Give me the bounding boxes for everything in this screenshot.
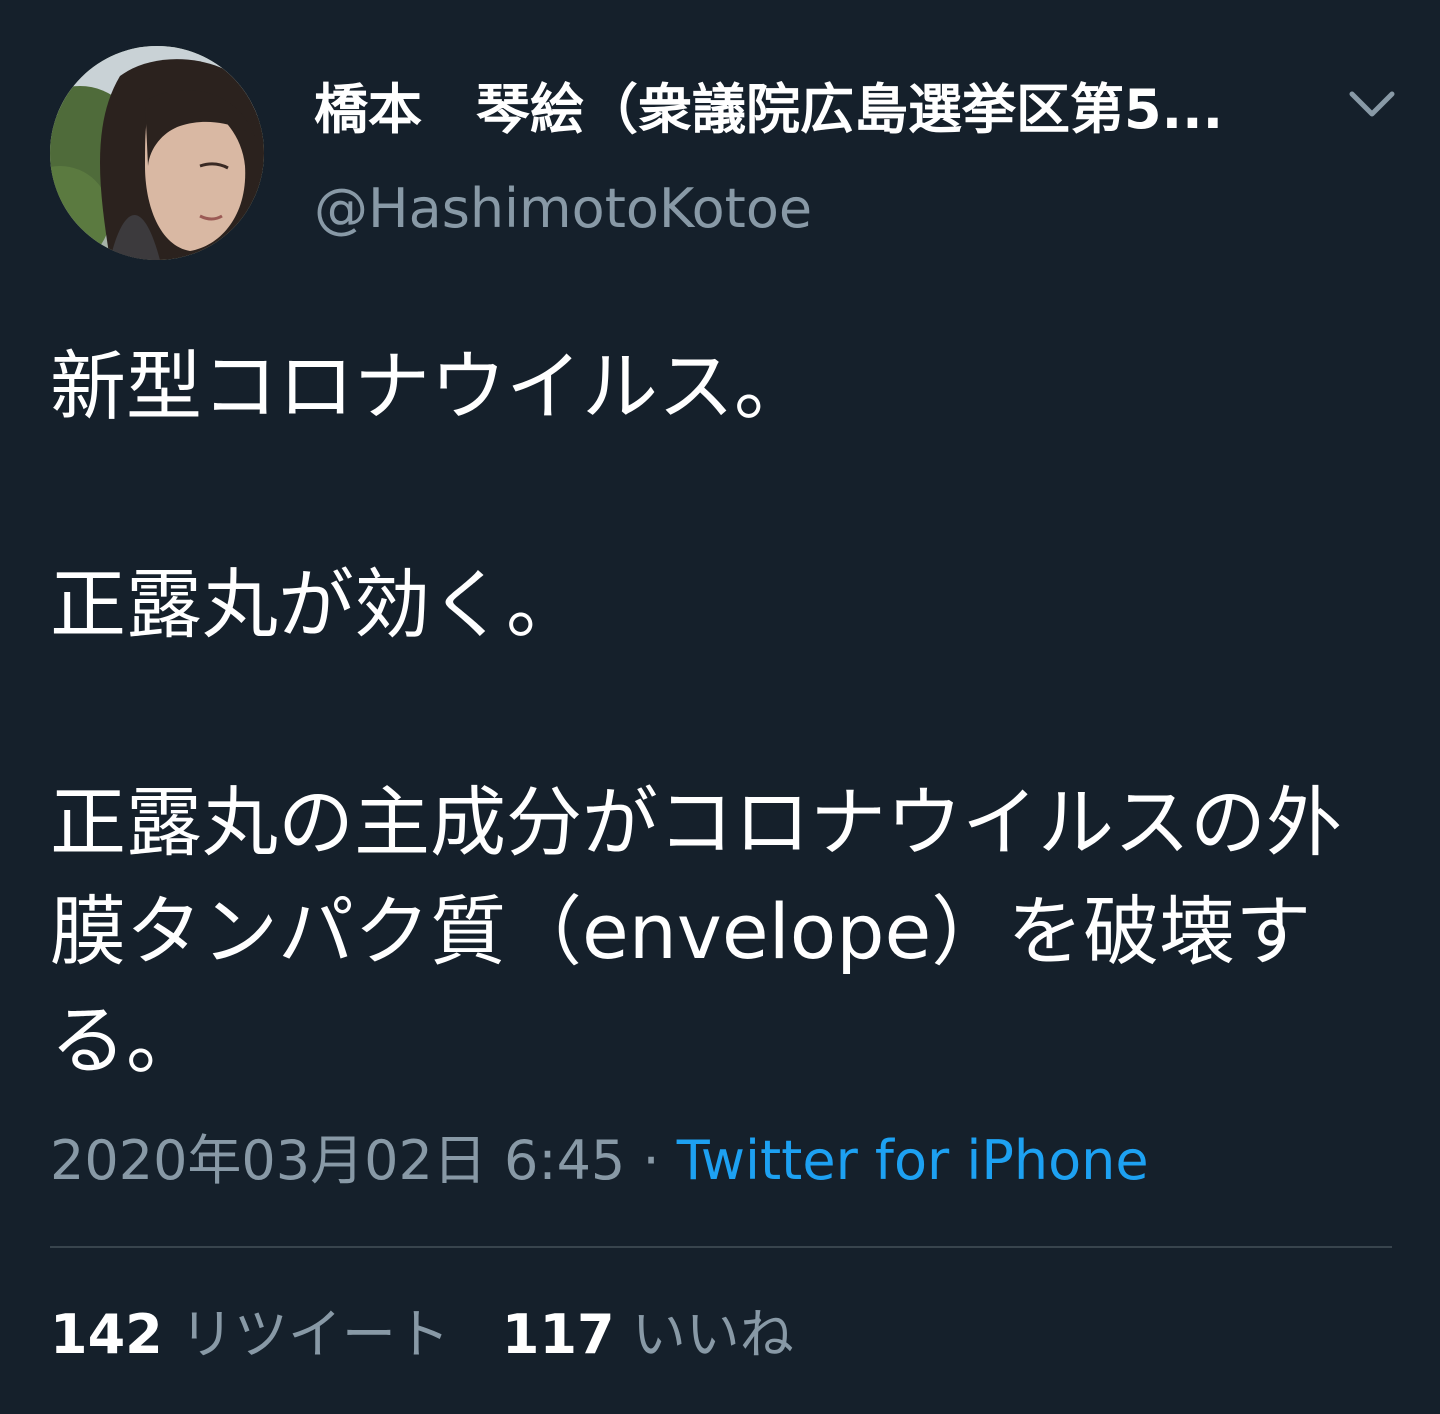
retweets-count: 142 <box>50 1303 163 1366</box>
retweets-label: リツイート <box>179 1303 450 1366</box>
tweet-paragraph: 新型コロナウイルス。 <box>50 342 810 431</box>
author-handle[interactable]: @HashimotoKotoe <box>314 174 812 244</box>
tweet-paragraph: 正露丸の主成分がコロナウイルスの外膜タンパク質（envelope）を破壊する。 <box>50 778 1342 1085</box>
author-display-name[interactable]: 橋本 琴絵（衆議院広島選挙区第5... <box>314 72 1304 148</box>
tweet-stats: 142 リツイート 117 いいね <box>50 1300 794 1370</box>
chevron-down-icon[interactable] <box>1342 80 1402 130</box>
likes-count: 117 <box>501 1303 615 1366</box>
retweets-stat[interactable]: 142 リツイート <box>50 1300 450 1370</box>
likes-stat[interactable]: 117 いいね <box>502 1300 794 1370</box>
tweet-text: 新型コロナウイルス。 正露丸が効く。 正露丸の主成分がコロナウイルスの外膜タンパ… <box>50 332 1400 1095</box>
tweet-paragraph: 正露丸が効く。 <box>50 560 582 649</box>
tweet-meta: 2020年03月02日 6:45 · Twitter for iPhone <box>50 1126 1149 1196</box>
tweet-source-link[interactable]: Twitter for iPhone <box>677 1129 1149 1192</box>
tweet-timestamp[interactable]: 2020年03月02日 6:45 <box>50 1129 625 1192</box>
avatar[interactable] <box>50 46 264 260</box>
meta-separator: · <box>625 1129 677 1192</box>
divider <box>50 1246 1392 1248</box>
avatar-photo <box>50 46 264 260</box>
likes-label: いいね <box>631 1303 794 1366</box>
tweet-detail: 橋本 琴絵（衆議院広島選挙区第5... @HashimotoKotoe 新型コロ… <box>0 0 1440 1414</box>
